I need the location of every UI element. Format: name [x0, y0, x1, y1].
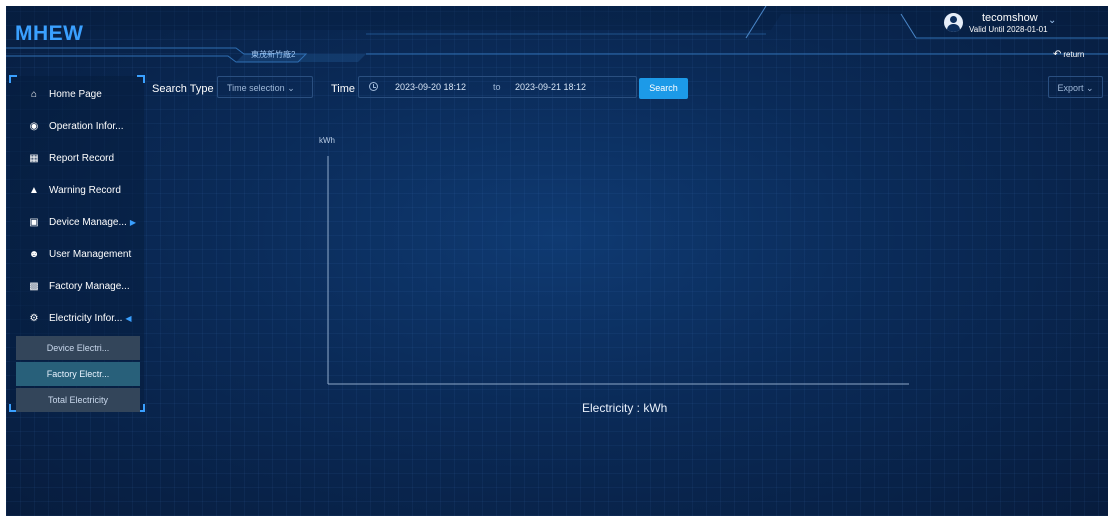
gear-icon: ⚙	[29, 312, 39, 324]
submenu-factory-electricity[interactable]: Factory Electr...	[16, 362, 140, 386]
sidebar-item-user-management[interactable]: ☻ User Management	[15, 242, 140, 266]
sidebar-item-label: User Management	[49, 248, 132, 260]
sidebar-item-operation-info[interactable]: ◉ Operation Infor...	[15, 114, 140, 138]
export-label: Export	[1057, 83, 1084, 93]
submenu-total-electricity[interactable]: Total Electricity	[16, 388, 140, 412]
sidebar-item-label: Electricity Infor...	[49, 312, 123, 324]
sidebar-item-warning-record[interactable]: ▲ Warning Record	[15, 178, 140, 202]
sidebar-item-label: Report Record	[49, 152, 115, 164]
end-time-input[interactable]: 2023-09-21 18:12	[515, 82, 586, 92]
chevron-down-icon[interactable]: ⌄	[1048, 15, 1056, 26]
return-button[interactable]: ↶ return	[1053, 49, 1084, 60]
submenu-device-electricity[interactable]: Device Electri...	[16, 336, 140, 360]
factory-name-tab[interactable]: 東茂新竹廠2	[251, 49, 295, 60]
sidebar-item-label: Home Page	[49, 88, 102, 100]
app-logo-title: MHEW	[15, 22, 84, 45]
caret-right-icon: ▶	[129, 217, 136, 227]
factory-icon: ▩	[29, 280, 39, 292]
username: tecomshow	[982, 12, 1038, 24]
search-type-value: Time selection	[227, 83, 285, 93]
return-arrow-icon: ↶	[1053, 49, 1062, 60]
time-label: Time	[331, 83, 356, 95]
target-icon: ◉	[29, 120, 39, 132]
calendar-icon: ▦	[29, 152, 39, 164]
sidebar-item-device-management[interactable]: ▣ Device Manage... ▶	[15, 210, 140, 234]
chart-x-axis-label: Electricity : kWh	[582, 401, 668, 415]
export-button[interactable]: Export ⌄	[1048, 76, 1103, 98]
return-label: return	[1063, 50, 1085, 59]
sidebar-item-label: Operation Infor...	[49, 120, 124, 132]
search-button[interactable]: Search	[639, 78, 688, 99]
clock-icon	[369, 82, 378, 91]
header: MHEW 東茂新竹廠2 tecomshow Valid Until 2028-0…	[6, 6, 1108, 70]
start-time-input[interactable]: 2023-09-20 18:12	[395, 82, 466, 92]
chevron-down-icon: ⌄	[1085, 83, 1094, 93]
range-separator: to	[493, 82, 501, 92]
license-valid-until: Valid Until 2028-01-01	[969, 25, 1048, 34]
sidebar-item-label: Warning Record	[49, 184, 121, 196]
user-menu[interactable]: tecomshow Valid Until 2028-01-01 ⌄	[944, 10, 1064, 42]
bell-icon: ▲	[29, 184, 39, 196]
users-icon: ☻	[28, 248, 40, 260]
sidebar-item-label: Factory Manage...	[49, 280, 130, 292]
grid-icon: ▣	[29, 216, 39, 228]
header-decoration	[6, 6, 1108, 63]
sidebar: ⌂ Home Page ◉ Operation Infor... ▦ Repor…	[9, 75, 145, 412]
user-avatar-icon	[944, 13, 963, 32]
search-type-label: Search Type	[152, 83, 214, 95]
chart-y-axis-label: kWh	[319, 136, 335, 145]
search-type-select[interactable]: Time selection ⌄	[217, 76, 313, 98]
sidebar-item-factory-management[interactable]: ▩ Factory Manage...	[15, 274, 140, 298]
sidebar-item-electricity-info[interactable]: ⚙ Electricity Infor... ◀	[15, 306, 140, 330]
time-range-picker[interactable]: 2023-09-20 18:12 to 2023-09-21 18:12	[358, 76, 637, 98]
sidebar-item-label: Device Manage...	[49, 216, 127, 228]
sidebar-item-report-record[interactable]: ▦ Report Record	[15, 146, 140, 170]
home-icon: ⌂	[30, 88, 38, 100]
sidebar-item-home-page[interactable]: ⌂ Home Page	[15, 82, 140, 106]
caret-left-icon: ◀	[125, 313, 132, 323]
app-frame: MHEW 東茂新竹廠2 tecomshow Valid Until 2028-0…	[6, 6, 1108, 516]
chevron-down-icon: ⌄	[287, 83, 295, 93]
